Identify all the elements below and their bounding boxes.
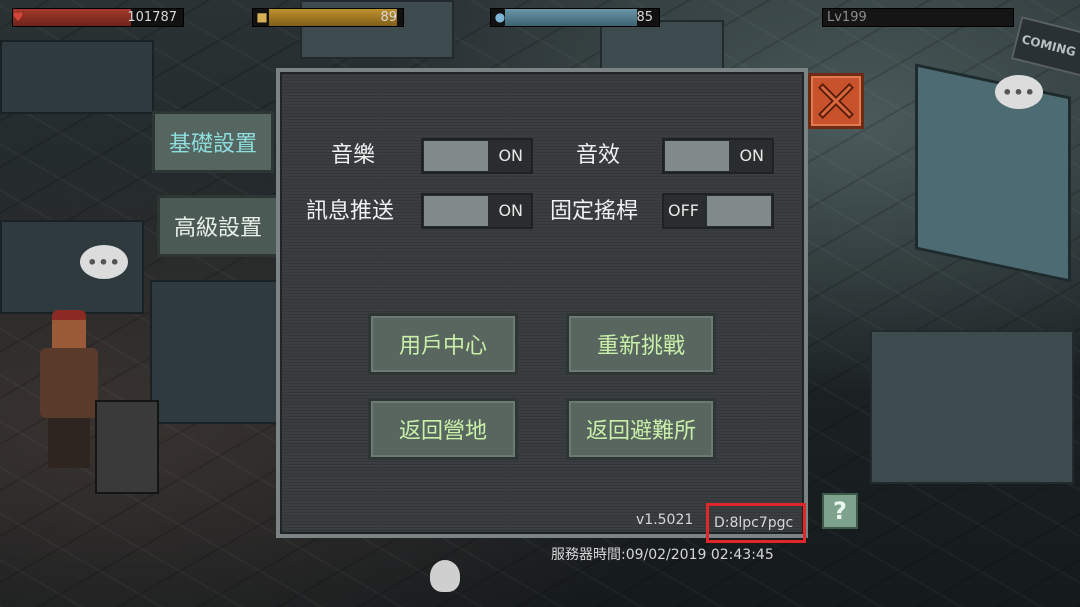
shelf <box>0 40 154 114</box>
level-bar: Lv199 <box>822 8 1014 27</box>
floor-panel <box>870 330 1074 484</box>
food-icon: ■ <box>256 10 268 24</box>
rechallenge-button[interactable]: 重新挑戰 <box>566 313 716 375</box>
tab-basic-settings[interactable]: 基礎設置 <box>152 111 274 173</box>
skull-icon <box>430 560 460 592</box>
toggle-knob <box>665 141 729 171</box>
level-value: Lv199 <box>827 10 867 25</box>
user-center-button[interactable]: 用戶中心 <box>368 313 518 375</box>
tab-advanced-settings[interactable]: 高級設置 <box>157 195 279 257</box>
help-icon: ? <box>833 497 847 525</box>
bookshelf <box>150 280 279 424</box>
push-state: ON <box>498 201 523 220</box>
heart-icon: ♥ <box>12 10 24 24</box>
toggle-knob <box>707 196 771 226</box>
speech-bubble-icon: ••• <box>80 245 128 279</box>
sfx-label: 音效 <box>576 143 621 168</box>
water-drop-icon: ● <box>494 10 506 24</box>
close-x-icon <box>817 82 855 120</box>
food-value: 89 <box>380 10 397 25</box>
push-label: 訊息推送 <box>306 199 395 224</box>
push-toggle[interactable]: ON <box>421 193 533 229</box>
music-state: ON <box>498 146 523 165</box>
joystick-toggle[interactable]: OFF <box>662 193 774 229</box>
music-label: 音樂 <box>331 143 376 168</box>
hp-value: 101787 <box>127 10 177 25</box>
joystick-state: OFF <box>668 201 699 220</box>
crate <box>600 20 724 74</box>
food-bar: ■ 89 <box>252 8 404 27</box>
game-poster <box>915 63 1071 283</box>
water-bar: ● 85 <box>490 8 660 27</box>
return-camp-button[interactable]: 返回營地 <box>368 398 518 460</box>
version-text: v1.5021 <box>636 512 694 528</box>
toggle-knob <box>424 141 488 171</box>
sfx-toggle[interactable]: ON <box>662 138 774 174</box>
return-shelter-button[interactable]: 返回避難所 <box>566 398 716 460</box>
water-value: 85 <box>636 10 653 25</box>
help-button[interactable]: ? <box>822 493 858 529</box>
player-id: D:8lpc7pgc <box>706 503 806 543</box>
sfx-state: ON <box>739 146 764 165</box>
workbench <box>95 400 159 494</box>
joystick-label: 固定搖桿 <box>550 199 639 224</box>
close-button[interactable] <box>808 73 864 129</box>
hp-bar: ♥ 101787 <box>12 8 184 27</box>
speech-bubble-icon: ••• <box>995 75 1043 109</box>
server-time: 服務器時間:09/02/2019 02:43:45 <box>551 547 774 563</box>
music-toggle[interactable]: ON <box>421 138 533 174</box>
toggle-knob <box>424 196 488 226</box>
